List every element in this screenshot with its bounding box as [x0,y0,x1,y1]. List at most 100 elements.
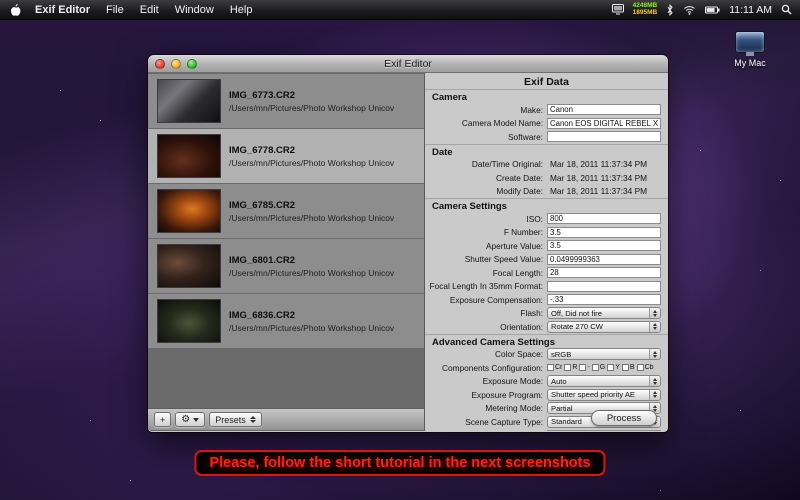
field-label: Scene Capture Type: [425,417,547,427]
exposure-compensation-input[interactable] [547,294,661,305]
menu-window[interactable]: Window [175,4,214,16]
component-checkbox-r[interactable]: R [564,364,577,371]
file-thumbnail [157,244,221,288]
memory-indicator[interactable]: 4248MB 1895MB [633,3,658,16]
desktop: Exif Editor File Edit Window Help 4248MB… [0,0,800,500]
close-button[interactable] [155,59,165,69]
menu-help[interactable]: Help [230,4,253,16]
menu-edit[interactable]: Edit [140,4,159,16]
orientation-select[interactable]: Rotate 270 CW [547,321,661,333]
chevron-down-icon [193,418,199,422]
field-label: Modify Date: [425,186,547,196]
exif-data-title: Exif Data [425,73,668,89]
focal-length-35mm-input[interactable] [547,281,661,292]
menu-clock[interactable]: 11:11 AM [729,4,772,16]
popup-arrows-icon [649,322,660,332]
field-label: Color Space: [425,349,547,359]
software-input[interactable] [547,131,661,142]
section-advanced-camera-settings: Advanced Camera Settings [425,334,668,348]
components-configuration-checkboxes: Cr R - G Y B Cb [547,364,661,371]
actions-gear-button[interactable]: ⚙ [175,412,205,427]
field-label: Aperture Value: [425,241,547,251]
field-label: Exposure Mode: [425,376,547,386]
datetime-original-value: Mar 18, 2011 11:37:34 PM [547,159,647,169]
computer-icon [735,31,765,53]
flash-select[interactable]: Off, Did not fire [547,307,661,319]
focal-length-input[interactable] [547,267,661,278]
presets-dropdown[interactable]: Presets [209,412,262,427]
wallpaper-stars [60,90,61,91]
apple-menu[interactable] [10,3,21,16]
component-checkbox-cr[interactable]: Cr [547,364,562,371]
field-label: Shutter Speed Value: [425,254,547,264]
popup-arrows-icon [649,349,660,359]
bluetooth-icon[interactable] [666,4,674,16]
white-balance-input[interactable] [547,430,661,431]
component-checkbox-y[interactable]: Y [607,364,620,371]
popup-arrows-icon [649,308,660,318]
minimize-button[interactable] [171,59,181,69]
battery-icon[interactable] [705,6,720,14]
file-list-pane: IMG_6773.CR2 /Users/mn/Pictures/Photo Wo… [148,73,425,431]
window-titlebar[interactable]: Exif Editor [148,55,668,73]
file-thumbnail [157,189,221,233]
list-item[interactable]: IMG_6785.CR2 /Users/mn/Pictures/Photo Wo… [148,184,424,238]
field-label: Components Configuration: [425,363,547,373]
component-checkbox-b[interactable]: B [622,364,635,371]
list-item-selected[interactable]: IMG_6778.CR2 /Users/mn/Pictures/Photo Wo… [148,129,424,183]
spotlight-icon[interactable] [781,4,792,15]
exposure-mode-select[interactable]: Auto [547,375,661,387]
exif-data-pane: Exif Data Camera Make: Camera Model Name… [425,73,668,431]
desktop-icon-label: My Mac [722,58,778,68]
file-path: /Users/mn/Pictures/Photo Workshop Unicov [229,103,394,113]
popup-arrows-icon [649,390,660,400]
presets-label: Presets [215,415,246,425]
file-name: IMG_6836.CR2 [229,310,394,321]
f-number-input[interactable] [547,227,661,238]
zoom-button[interactable] [187,59,197,69]
field-label: Metering Mode: [425,403,547,413]
section-date: Date [425,144,668,158]
field-label: White Balance: [425,430,547,431]
color-space-select[interactable]: sRGB [547,348,661,360]
field-label: Date/Time Original: [425,159,547,169]
file-thumbnail [157,134,221,178]
shutter-speed-input[interactable] [547,254,661,265]
menu-app[interactable]: Exif Editor [35,4,90,16]
menu-file[interactable]: File [106,4,124,16]
aperture-input[interactable] [547,240,661,251]
window-controls [155,59,197,69]
section-camera-settings: Camera Settings [425,198,668,212]
field-label: Flash: [425,308,547,318]
file-list: IMG_6773.CR2 /Users/mn/Pictures/Photo Wo… [148,73,424,408]
list-item[interactable]: IMG_6801.CR2 /Users/mn/Pictures/Photo Wo… [148,239,424,293]
list-item[interactable]: IMG_6836.CR2 /Users/mn/Pictures/Photo Wo… [148,294,424,348]
display-icon[interactable] [612,4,624,15]
file-path: /Users/mn/Pictures/Photo Workshop Unicov [229,268,394,278]
camera-model-input[interactable] [547,118,661,129]
add-file-button[interactable]: + [154,412,171,427]
iso-input[interactable] [547,213,661,224]
field-label: Make: [425,105,547,115]
desktop-icon-my-mac[interactable]: My Mac [722,31,778,68]
field-label: Camera Model Name: [425,118,547,128]
popup-arrows-icon [649,376,660,386]
file-thumbnail [157,299,221,343]
component-checkbox-g[interactable]: G [592,364,605,371]
memory-used: 1895MB [633,10,658,17]
field-label: Exposure Compensation: [425,295,547,305]
component-checkbox-dash[interactable]: - [579,364,589,371]
exif-editor-window: Exif Editor IMG_6773.CR2 /Users/mn/Pictu… [148,55,668,432]
make-input[interactable] [547,104,661,115]
component-checkbox-cb[interactable]: Cb [637,364,654,371]
updown-arrows-icon [250,416,256,423]
list-item[interactable]: IMG_6773.CR2 /Users/mn/Pictures/Photo Wo… [148,74,424,128]
file-thumbnail [157,79,221,123]
field-label: ISO: [425,214,547,224]
process-button[interactable]: Process [591,410,657,426]
field-label: F Number: [425,227,547,237]
exposure-program-select[interactable]: Shutter speed priority AE [547,389,661,401]
section-camera: Camera [425,89,668,103]
file-name: IMG_6773.CR2 [229,90,394,101]
wifi-icon[interactable] [683,5,696,15]
